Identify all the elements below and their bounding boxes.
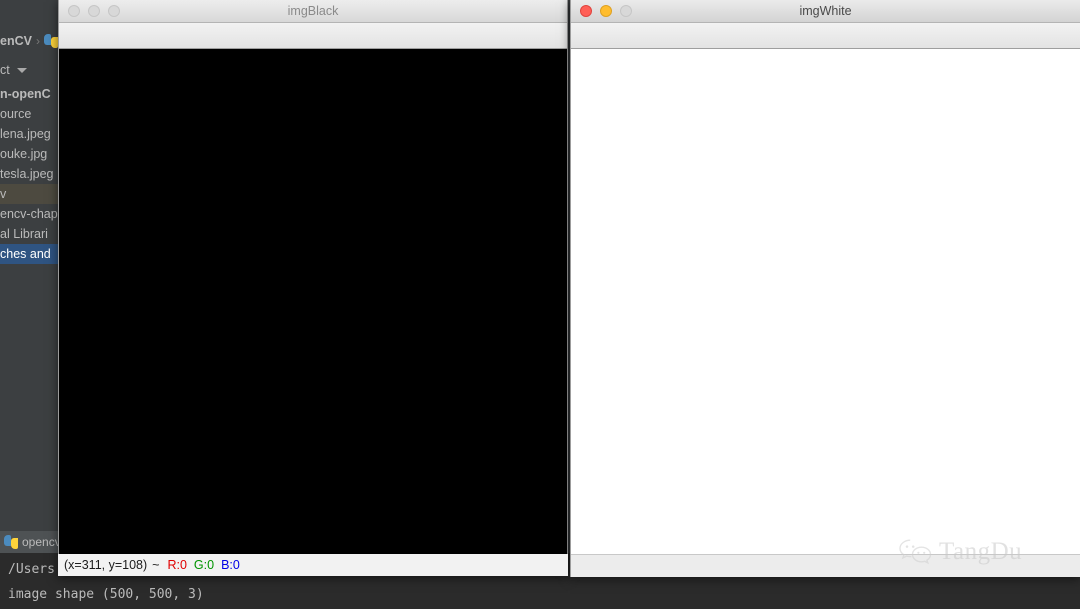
tree-item[interactable]: lena.jpeg bbox=[0, 124, 58, 144]
project-tool-window-header[interactable]: ct bbox=[0, 58, 58, 82]
tree-item[interactable]: ches and bbox=[0, 244, 58, 264]
breadcrumb-project[interactable]: enCV bbox=[0, 34, 32, 48]
traffic-lights-imgwhite[interactable] bbox=[580, 5, 632, 17]
image-window-imgwhite[interactable]: imgWhite bbox=[570, 0, 1080, 577]
breadcrumb-separator: › bbox=[35, 34, 40, 48]
run-tab-opencv[interactable]: opencv bbox=[0, 531, 58, 553]
minimize-icon[interactable] bbox=[600, 5, 612, 17]
pixel-coordinate-readout: (x=311, y=108) ~ R:0 G:0 B:0 bbox=[58, 554, 568, 576]
titlebar-imgblack[interactable]: imgBlack bbox=[59, 0, 567, 23]
run-tab-label: opencv bbox=[22, 535, 58, 549]
close-icon[interactable] bbox=[68, 5, 80, 17]
tree-item[interactable]: ource bbox=[0, 104, 58, 124]
python-file-icon bbox=[4, 535, 18, 549]
breadcrumb[interactable]: enCV › bbox=[0, 28, 58, 54]
zoom-icon[interactable] bbox=[108, 5, 120, 17]
toolbar-imgwhite bbox=[571, 23, 1080, 49]
window-title-imgwhite: imgWhite bbox=[799, 4, 852, 18]
pixel-red-value: R:0 bbox=[167, 558, 187, 572]
image-canvas-imgwhite[interactable] bbox=[571, 49, 1080, 554]
console-line: image shape (500, 500, 3) bbox=[8, 587, 204, 602]
tree-item[interactable]: v bbox=[0, 184, 58, 204]
tree-item[interactable]: encv-chap bbox=[0, 204, 58, 224]
tree-item[interactable]: ouke.jpg bbox=[0, 144, 58, 164]
project-tree[interactable]: n-openC ource lena.jpeg ouke.jpg tesla.jpeg v… bbox=[0, 84, 58, 529]
tree-item[interactable]: tesla.jpeg bbox=[0, 164, 58, 184]
close-icon[interactable] bbox=[580, 5, 592, 17]
image-canvas-imgblack[interactable] bbox=[59, 49, 567, 554]
titlebar-imgwhite[interactable]: imgWhite bbox=[571, 0, 1080, 23]
pixel-green-value: G:0 bbox=[193, 558, 215, 572]
statusbar-imgwhite bbox=[571, 554, 1080, 577]
zoom-icon[interactable] bbox=[620, 5, 632, 17]
chevron-down-icon[interactable] bbox=[16, 67, 27, 73]
tree-item[interactable]: al Librari bbox=[0, 224, 58, 244]
pixel-separator: ~ bbox=[152, 558, 160, 572]
project-header-label: ct bbox=[0, 63, 10, 77]
python-file-icon bbox=[43, 34, 58, 48]
pixel-coords: (x=311, y=108) bbox=[64, 558, 148, 572]
tree-item[interactable]: n-openC bbox=[0, 84, 58, 104]
image-window-imgblack[interactable]: imgBlack bbox=[58, 0, 568, 576]
toolbar-imgblack bbox=[59, 23, 567, 49]
window-title-imgblack: imgBlack bbox=[287, 4, 339, 18]
pixel-blue-value: B:0 bbox=[221, 558, 240, 572]
minimize-icon[interactable] bbox=[88, 5, 100, 17]
traffic-lights-imgblack[interactable] bbox=[68, 5, 120, 17]
